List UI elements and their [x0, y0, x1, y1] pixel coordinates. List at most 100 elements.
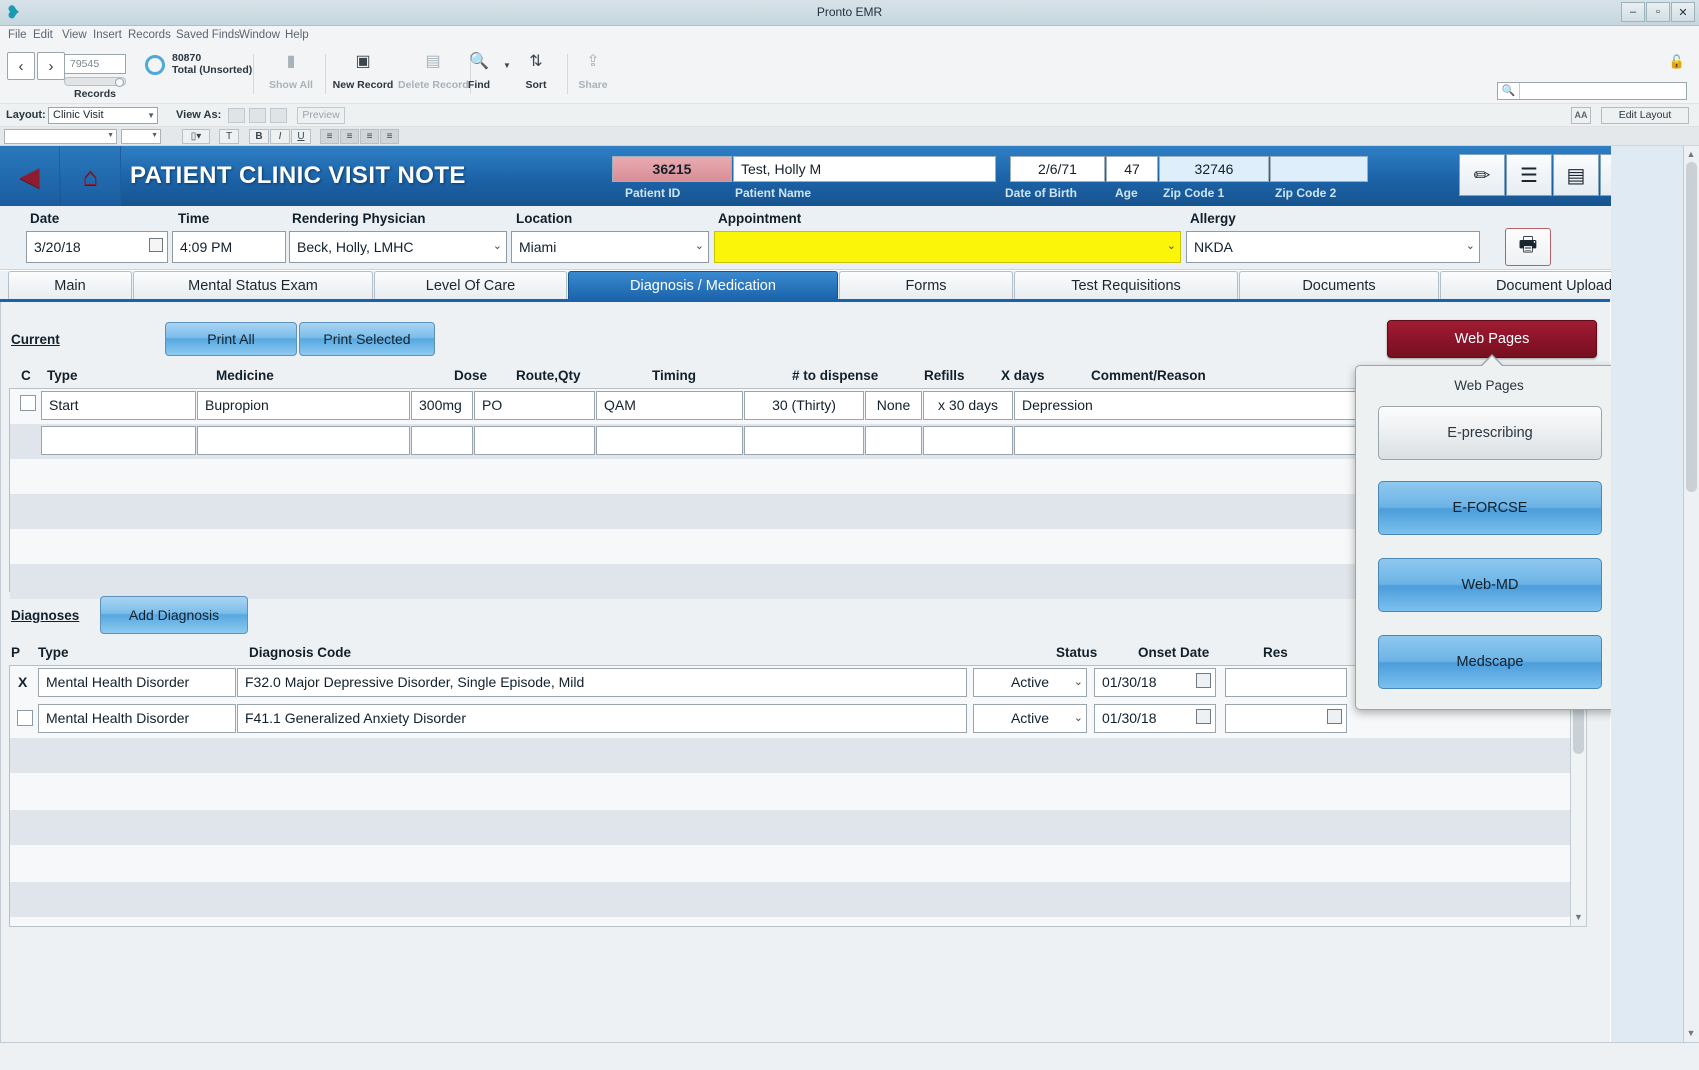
font-family-select[interactable]: ▼ [4, 129, 117, 144]
table-row[interactable] [10, 494, 1586, 529]
window-scrollbar[interactable]: ▲ ▼ [1683, 146, 1699, 1042]
location-select[interactable]: Miami ⌄ [511, 231, 709, 263]
patient-name-field[interactable]: Test, Holly M [733, 156, 996, 182]
menu-item-saved-finds[interactable]: Saved Finds [176, 29, 240, 41]
minimize-button[interactable]: – [1621, 2, 1645, 22]
table-row[interactable] [10, 529, 1586, 564]
dx-row-1-code[interactable]: F32.0 Major Depressive Disorder, Single … [237, 668, 967, 697]
tab-main[interactable]: Main [8, 271, 132, 300]
table-row[interactable] [10, 846, 1586, 881]
dx-row-2-onset-date[interactable]: 01/30/18 [1094, 704, 1216, 733]
menu-item-view[interactable]: View [62, 29, 87, 41]
tab-diagnosis-medication[interactable]: Diagnosis / Medication [568, 271, 838, 300]
align-center-button[interactable]: ≡ [340, 129, 359, 144]
dx-row-2-type[interactable]: Mental Health Disorder [38, 704, 236, 733]
menu-item-edit[interactable]: Edit [33, 29, 53, 41]
menu-item-insert[interactable]: Insert [93, 29, 122, 41]
pencil-icon[interactable]: ✏ [1459, 154, 1505, 196]
med-row-2-type[interactable] [41, 426, 196, 455]
search-box[interactable]: 🔍 [1497, 82, 1687, 100]
preview-button[interactable]: Preview [297, 107, 345, 124]
med-row-1-dose[interactable]: 300mg [411, 391, 473, 420]
align-justify-button[interactable]: ≡ [380, 129, 399, 144]
med-row-1-medicine[interactable]: Bupropion [197, 391, 410, 420]
med-row-2-route[interactable] [474, 426, 595, 455]
menu-item-file[interactable]: File [8, 29, 27, 41]
find-button[interactable]: 🔍 Find [448, 51, 510, 93]
chevron-down-icon[interactable]: ▼ [1571, 910, 1586, 925]
zip-code-2-field[interactable] [1270, 156, 1368, 182]
chevron-up-icon[interactable]: ▲ [1683, 147, 1699, 162]
tab-level-of-care[interactable]: Level Of Care [374, 271, 567, 300]
e-forcse-button[interactable]: E-FORCSE [1378, 481, 1602, 535]
text-size-button[interactable]: AA [1571, 107, 1591, 124]
med-row-1-dispense[interactable]: 30 (Thirty) [744, 391, 864, 420]
dx-row-2-primary-checkbox[interactable] [17, 710, 33, 726]
age-field[interactable]: 47 [1106, 156, 1158, 182]
table-row[interactable] [10, 459, 1586, 494]
web-md-button[interactable]: Web-MD [1378, 558, 1602, 612]
dx-row-1-primary-flag[interactable]: X [18, 674, 27, 690]
medscape-button[interactable]: Medscape [1378, 635, 1602, 689]
dx-row-2-status[interactable]: Active ⌄ [973, 704, 1087, 733]
record-number-input[interactable]: 79545 [64, 54, 126, 74]
text-style-button[interactable]: T [219, 129, 239, 144]
calendar-icon[interactable] [1196, 709, 1211, 724]
med-row-1-timing[interactable]: QAM [596, 391, 743, 420]
back-button[interactable]: ◀ [0, 146, 60, 206]
table-row[interactable] [10, 738, 1586, 773]
calendar-icon[interactable] [1327, 709, 1342, 724]
med-row-1-refills[interactable]: None [865, 391, 922, 420]
print-button[interactable]: 🖶 [1505, 228, 1551, 266]
table-row[interactable] [10, 774, 1586, 809]
underline-button[interactable]: U [291, 129, 311, 144]
med-row-2-refills[interactable] [865, 426, 922, 455]
dx-row-2-code[interactable]: F41.1 Generalized Anxiety Disorder [237, 704, 967, 733]
dx-row-1-status[interactable]: Active ⌄ [973, 668, 1087, 697]
med-row-1-xdays[interactable]: x 30 days [923, 391, 1013, 420]
tab-mental-status-exam[interactable]: Mental Status Exam [133, 271, 373, 300]
record-slider[interactable] [64, 77, 126, 87]
print-all-button[interactable]: Print All [165, 322, 297, 356]
patient-id-field[interactable]: 36215 [612, 156, 732, 182]
edit-layout-button[interactable]: Edit Layout [1601, 107, 1689, 124]
view-as-form-button[interactable] [228, 108, 245, 123]
show-all-button[interactable]: ▮ Show All [256, 51, 326, 93]
id-card-icon[interactable]: ▤ [1553, 154, 1599, 196]
layout-select[interactable]: Clinic Visit ▼ [48, 107, 158, 124]
view-as-table-button[interactable] [270, 108, 287, 123]
align-left-button[interactable]: ≡ [320, 129, 339, 144]
menu-item-records[interactable]: Records [128, 29, 171, 41]
align-right-button[interactable]: ≡ [360, 129, 379, 144]
calendar-icon[interactable] [1196, 673, 1211, 688]
close-button[interactable]: ✕ [1671, 2, 1695, 22]
maximize-button[interactable]: ▫ [1646, 2, 1670, 22]
new-record-button[interactable]: ▣ New Record [328, 51, 398, 93]
menu-item-window[interactable]: Window [239, 29, 280, 41]
med-row-2-dose[interactable] [411, 426, 473, 455]
med-row-2-timing[interactable] [596, 426, 743, 455]
allergy-select[interactable]: NKDA ⌄ [1186, 231, 1480, 263]
dx-row-1-onset-date[interactable]: 01/30/18 [1094, 668, 1216, 697]
tab-documents[interactable]: Documents [1239, 271, 1439, 300]
med-row-1-type[interactable]: Start [41, 391, 196, 420]
italic-button[interactable]: I [270, 129, 290, 144]
add-diagnosis-button[interactable]: Add Diagnosis [100, 596, 248, 634]
date-of-birth-field[interactable]: 2/6/71 [1010, 156, 1105, 182]
dx-row-1-resolved-date[interactable] [1225, 668, 1347, 697]
dx-row-1-type[interactable]: Mental Health Disorder [38, 668, 236, 697]
lock-icon[interactable]: 🔓 [1669, 54, 1685, 70]
text-color-button[interactable]: ▯▾ [182, 129, 210, 144]
next-record-button[interactable]: › [37, 52, 65, 80]
med-row-2-dispense[interactable] [744, 426, 864, 455]
sort-button[interactable]: ⇅ Sort [508, 51, 564, 93]
chevron-down-icon[interactable]: ▼ [1683, 1026, 1699, 1041]
list-icon[interactable]: ☰ [1506, 154, 1552, 196]
med-row-2-medicine[interactable] [197, 426, 410, 455]
med-row-1-checkbox[interactable] [20, 395, 36, 411]
tab-test-requisitions[interactable]: Test Requisitions [1014, 271, 1238, 300]
table-row[interactable] [10, 882, 1586, 917]
previous-record-button[interactable]: ‹ [7, 52, 35, 80]
font-size-select[interactable]: ▼ [121, 129, 161, 144]
appointment-select[interactable]: ⌄ [714, 231, 1181, 263]
